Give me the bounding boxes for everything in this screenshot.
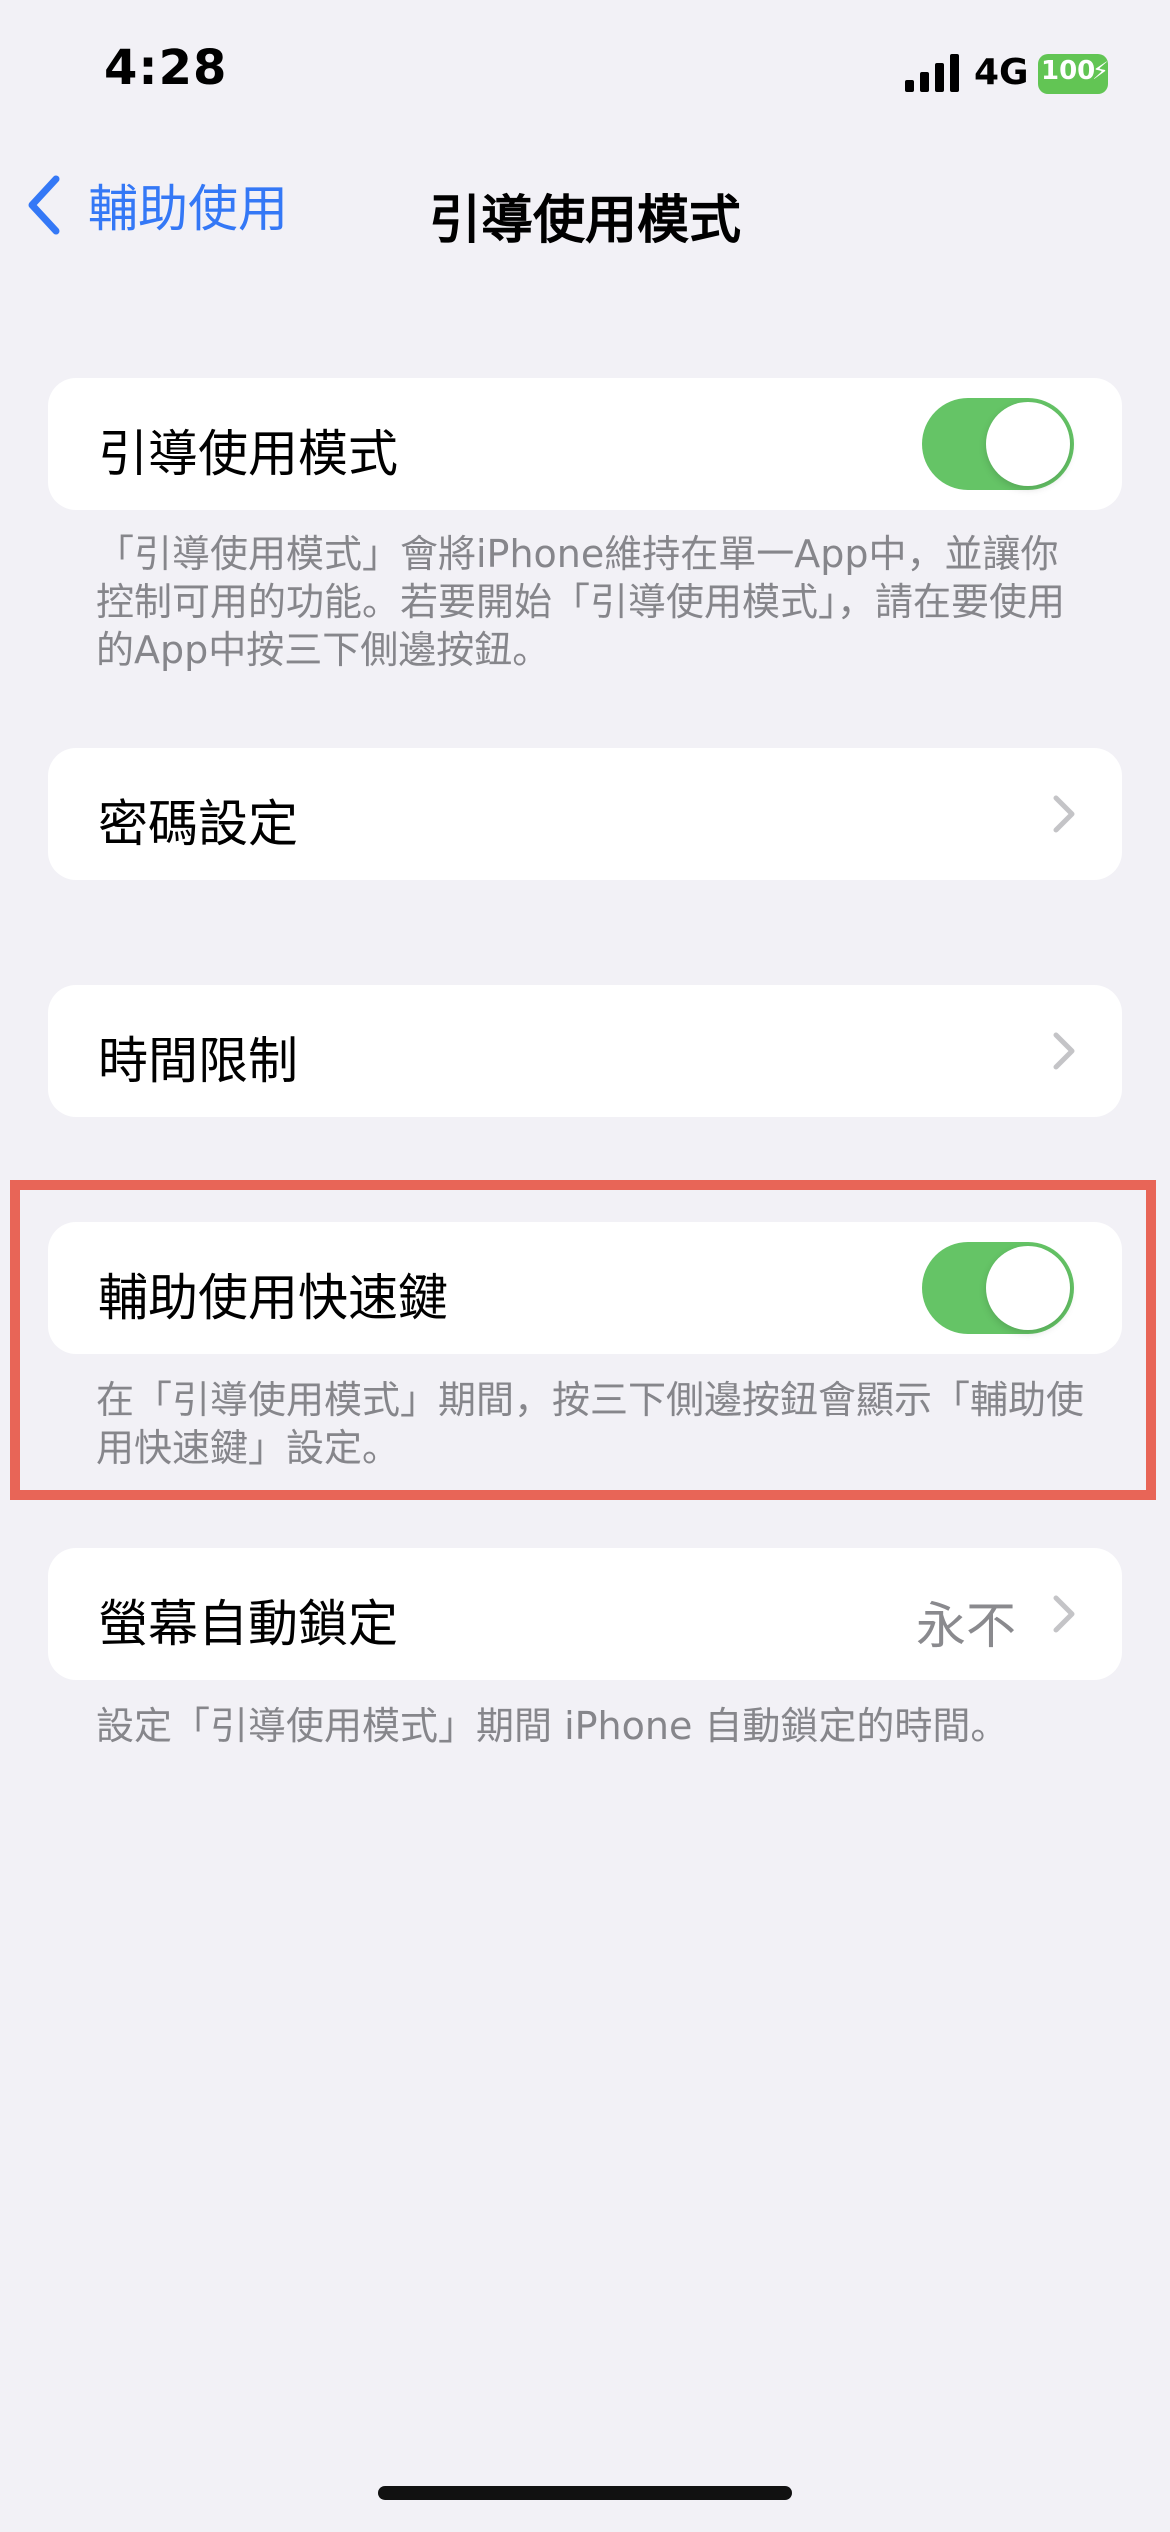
accessibility-shortcut-toggle[interactable] [922, 1242, 1074, 1334]
passcode-settings-row[interactable]: 密碼設定 [48, 748, 1122, 880]
network-type: 4G [974, 52, 1029, 93]
guided-access-footer: 「引導使用模式」會將iPhone維持在單一App中，並讓你控制可用的功能。若要開… [96, 532, 1066, 672]
battery-level: 100 [1041, 56, 1096, 86]
page-title: 引導使用模式 [428, 191, 741, 251]
passcode-settings-label: 密碼設定 [98, 795, 298, 853]
accessibility-shortcut-row: 輔助使用快速鍵 [48, 1222, 1122, 1354]
chevron-right-icon [1053, 1032, 1075, 1070]
charging-bolt-icon: ⚡ [1092, 57, 1109, 85]
status-bar: 4:28 4G 100 ⚡ [0, 0, 1170, 150]
home-indicator[interactable] [378, 2486, 792, 2500]
toggle-knob [986, 402, 1070, 486]
accessibility-shortcut-label: 輔助使用快速鍵 [98, 1269, 448, 1327]
chevron-right-icon [1053, 1595, 1075, 1633]
status-time: 4:28 [104, 40, 228, 96]
time-limits-label: 時間限制 [98, 1032, 298, 1090]
cellular-signal-icon [905, 54, 959, 92]
navigation-bar: 輔助使用 引導使用模式 [0, 160, 1170, 251]
chevron-right-icon [1053, 795, 1075, 833]
guided-access-row: 引導使用模式 [48, 378, 1122, 510]
accessibility-shortcut-footer: 在「引導使用模式」期間，按三下側邊按鈕會顯示「輔助使用快速鍵」設定。 [96, 1378, 1085, 1470]
time-limits-row[interactable]: 時間限制 [48, 985, 1122, 1117]
auto-lock-row[interactable]: 螢幕自動鎖定 永不 [48, 1548, 1122, 1680]
auto-lock-footer: 設定「引導使用模式」期間 iPhone 自動鎖定的時間。 [96, 1704, 1009, 1748]
auto-lock-value: 永不 [916, 1597, 1016, 1655]
guided-access-toggle[interactable] [922, 398, 1074, 490]
guided-access-label: 引導使用模式 [98, 425, 398, 483]
auto-lock-label: 螢幕自動鎖定 [98, 1595, 398, 1653]
toggle-knob [986, 1246, 1070, 1330]
